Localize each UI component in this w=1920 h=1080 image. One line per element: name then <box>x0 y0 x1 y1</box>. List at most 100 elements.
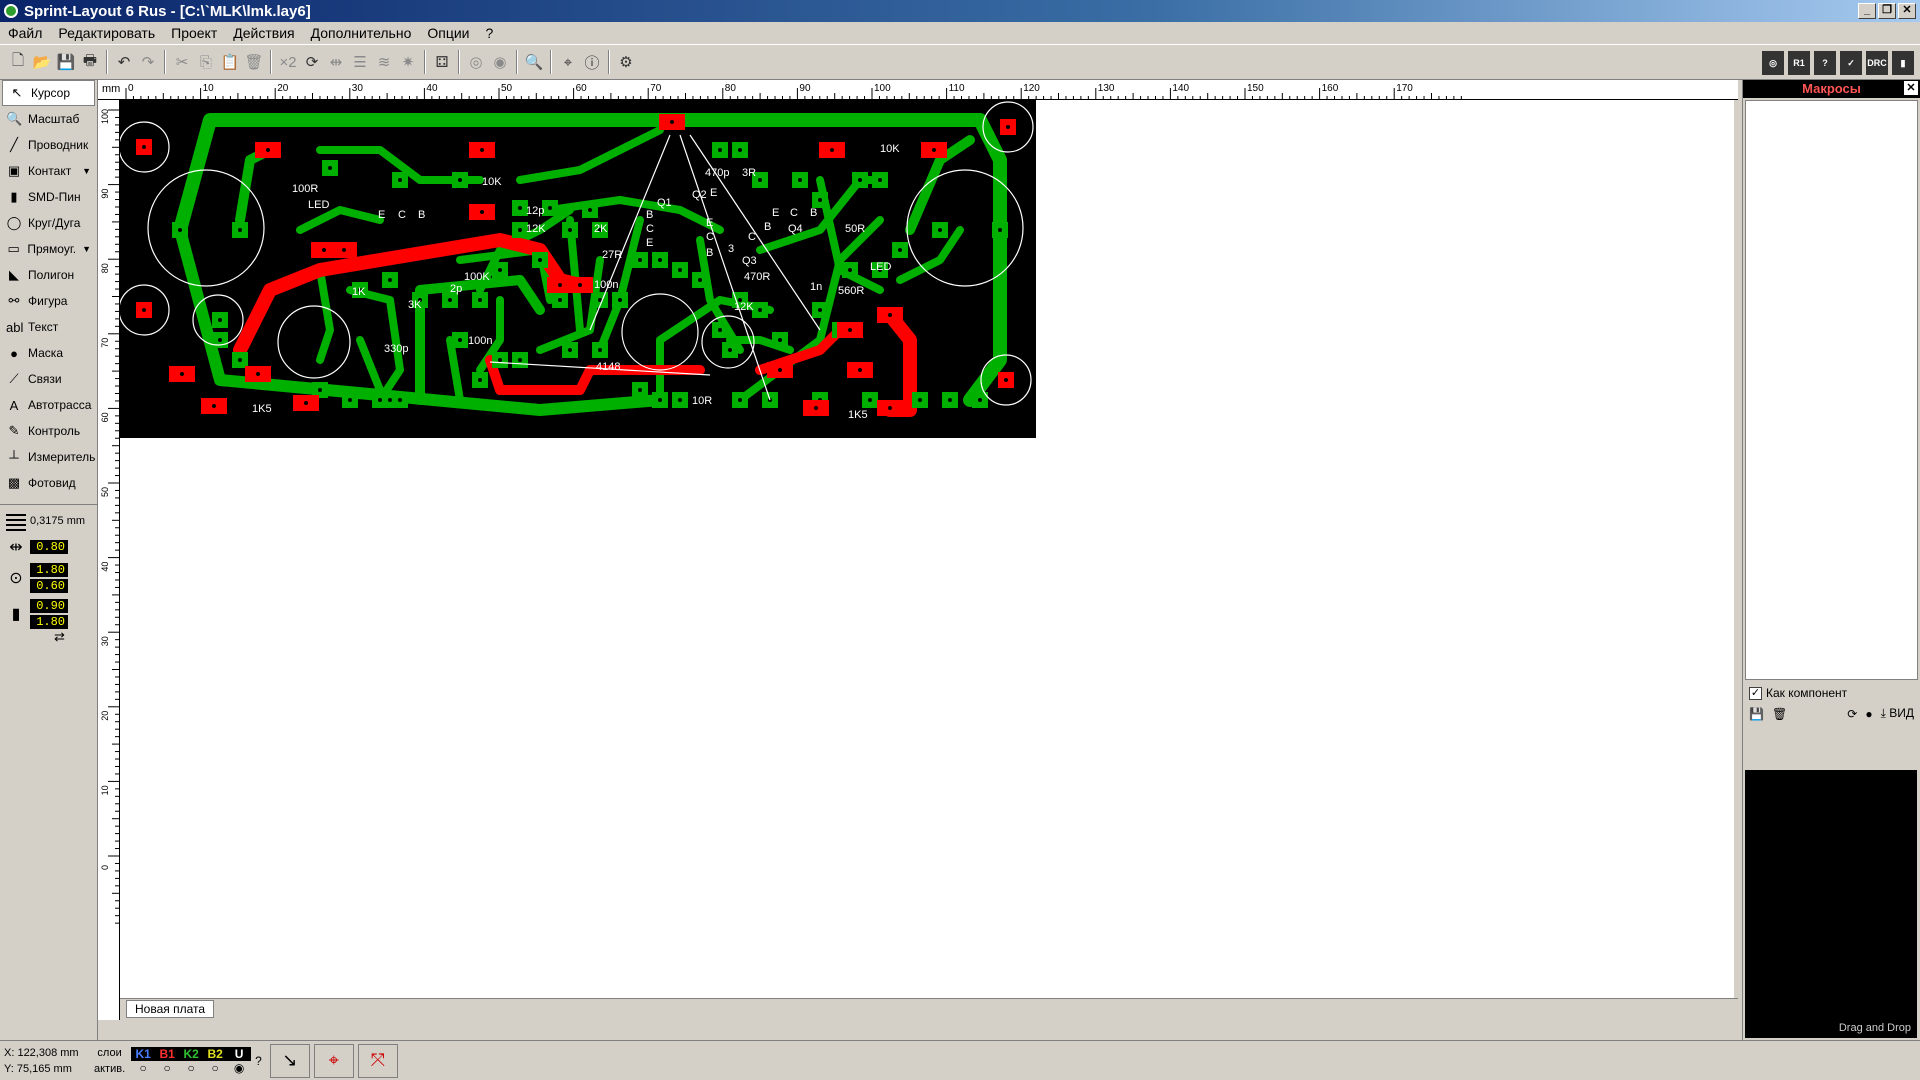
copy-icon[interactable]: ⎘ <box>194 50 218 74</box>
layer-radio-u[interactable]: ◉ <box>227 1061 251 1075</box>
refresh-icon[interactable]: ⟳ <box>1847 707 1857 721</box>
info-icon[interactable]: ⓘ <box>580 50 604 74</box>
checkbox-icon[interactable]: ✓ <box>1749 686 1762 700</box>
tool-rect[interactable]: ▭ Прямоуг. ▼ <box>0 236 97 262</box>
silkscreen-label: 330p <box>384 343 408 355</box>
save-macro-icon[interactable]: 💾 <box>1749 707 1764 721</box>
zoom-fit-icon[interactable]: 🔍 <box>522 50 546 74</box>
layer-radio-k1[interactable]: ○ <box>131 1061 155 1075</box>
close-icon[interactable]: ✕ <box>1904 81 1918 95</box>
tool-photoview[interactable]: ▩ Фотовид <box>0 470 97 496</box>
align-icon[interactable]: ☰ <box>348 50 372 74</box>
tool-mask[interactable]: ● Маска <box>0 340 97 366</box>
smd-size-icon[interactable]: ▮ <box>6 604 26 624</box>
minimize-button[interactable]: _ <box>1858 3 1876 19</box>
group-icon[interactable]: ◎ <box>464 50 488 74</box>
tool-track[interactable]: ╱ Проводник <box>0 132 97 158</box>
close-button[interactable]: ✕ <box>1898 3 1916 19</box>
mirror-button[interactable]: ×2 <box>276 50 300 74</box>
menu-extra[interactable]: Дополнительно <box>311 25 412 41</box>
menu-file[interactable]: Файл <box>8 25 42 41</box>
ungroup-icon[interactable]: ◉ <box>488 50 512 74</box>
cd-icon[interactable]: ◎ <box>1762 51 1784 75</box>
snap-icon[interactable]: ⌖ <box>556 50 580 74</box>
layer-radio-b2[interactable]: ○ <box>203 1061 227 1075</box>
layer-b2[interactable]: B2 <box>203 1047 227 1061</box>
macro-preview[interactable]: Drag and Drop <box>1745 770 1917 1038</box>
record-icon[interactable]: ● <box>1865 707 1872 721</box>
grid-value: 0,3175 mm <box>30 515 86 527</box>
silkscreen-label: C <box>748 231 756 243</box>
tab-new-board[interactable]: Новая плата <box>126 1000 215 1018</box>
tool-smd[interactable]: ▮ SMD-Пин <box>0 184 97 210</box>
smd-height-field[interactable]: 1.80 <box>30 615 68 629</box>
pad-size-icon[interactable]: ⊙ <box>6 568 26 588</box>
menu-project[interactable]: Проект <box>171 25 217 41</box>
tool-pad[interactable]: ▣ Контакт ▼ <box>0 158 97 184</box>
tool-control[interactable]: ✎ Контроль <box>0 418 97 444</box>
help-query-icon[interactable]: ? <box>1814 51 1836 75</box>
print-icon[interactable]: 🖶 <box>78 50 102 74</box>
layer-u[interactable]: U <box>227 1047 251 1061</box>
tool-connections[interactable]: ⟋ Связи <box>0 366 97 392</box>
crosshair-icon[interactable]: ⌖ <box>313 1043 354 1078</box>
chevron-down-icon[interactable]: ▼ <box>82 166 91 176</box>
tool-zoom[interactable]: 🔍 Масштаб <box>0 106 97 132</box>
view-button[interactable]: ⤓ ВИД <box>1881 706 1914 721</box>
tool-text[interactable]: abl Текст <box>0 314 97 340</box>
pcb-board[interactable]: 100RLEDE C B10K12p12K 2KQ1470p 3RQ2ECBQ4E C B5… <box>120 100 1440 500</box>
tool-circle[interactable]: ◯ Круг/Дуга <box>0 210 97 236</box>
menu-help[interactable]: ? <box>486 25 494 41</box>
route-mode-icon[interactable]: ↘ <box>269 1043 310 1078</box>
tool-measure[interactable]: ┴ Измеритель <box>0 444 97 470</box>
rubberband-icon[interactable]: ⤧ <box>357 1043 398 1078</box>
menu-options[interactable]: Опции <box>427 25 469 41</box>
track-width-icon[interactable]: ⇹ <box>6 537 26 557</box>
drc-icon[interactable]: DRC <box>1866 51 1888 75</box>
layer-k2[interactable]: K2 <box>179 1047 203 1061</box>
open-folder-icon[interactable]: 📂 <box>30 50 54 74</box>
undo-icon[interactable]: ↶ <box>112 50 136 74</box>
pcb-workspace[interactable]: 100R LED E C B 10K 12p 12K 2K Q1 470p 3R Q2 E C B Q4 E C B 5… <box>120 100 1738 998</box>
chevron-down-icon[interactable]: ▼ <box>82 244 91 254</box>
tool-polygon[interactable]: ◣ Полигон <box>0 262 97 288</box>
save-icon[interactable]: 💾 <box>54 50 78 74</box>
grid-selector[interactable]: 0,3175 mm <box>0 504 97 531</box>
vertical-scrollbar[interactable] <box>1734 100 1738 998</box>
delete-icon[interactable]: 🗑 <box>242 50 266 74</box>
smd-width-field[interactable]: 0.90 <box>30 599 68 613</box>
tool-shape[interactable]: ⚯ Фигура <box>0 288 97 314</box>
export-icon[interactable]: ▮ <box>1892 51 1914 75</box>
distribute-icon[interactable]: ≋ <box>372 50 396 74</box>
silkscreen-label: Q4 <box>788 223 803 235</box>
macro-tree[interactable] <box>1745 100 1918 680</box>
cut-icon[interactable]: ✂ <box>170 50 194 74</box>
swap-icon[interactable]: ⇄ <box>0 629 97 645</box>
pad-inner-field[interactable]: 0.60 <box>30 579 68 593</box>
gear-icon[interactable]: ⚙ <box>614 50 638 74</box>
layer-b1[interactable]: B1 <box>155 1047 179 1061</box>
settings-gear-icon[interactable]: ✷ <box>396 50 420 74</box>
layer-radio-b1[interactable]: ○ <box>155 1061 179 1075</box>
rotate-icon[interactable]: ⟳ <box>300 50 324 74</box>
ruler-tick-label: 70 <box>100 338 110 348</box>
layer-k1[interactable]: K1 <box>131 1047 155 1061</box>
paste-icon[interactable]: 📋 <box>218 50 242 74</box>
tool-autoroute[interactable]: A Автотрасса <box>0 392 97 418</box>
pad-outer-field[interactable]: 1.80 <box>30 563 68 577</box>
menu-edit[interactable]: Редактировать <box>58 25 155 41</box>
track-width-field[interactable]: 0.80 <box>30 540 68 554</box>
tool-cursor[interactable]: ↖ Курсор <box>2 80 95 106</box>
component-icon[interactable]: ⚃ <box>430 50 454 74</box>
layer-help[interactable]: ? <box>251 1054 266 1068</box>
as-component-checkbox[interactable]: ✓ Как компонент <box>1743 682 1920 704</box>
flip-horizontal-icon[interactable]: ⇹ <box>324 50 348 74</box>
check-icon[interactable]: ✓ <box>1840 51 1862 75</box>
layer-radio-k2[interactable]: ○ <box>179 1061 203 1075</box>
delete-macro-icon[interactable]: 🗑 <box>1772 707 1787 721</box>
redo-icon[interactable]: ↷ <box>136 50 160 74</box>
restore-button[interactable]: ❐ <box>1878 3 1896 19</box>
menu-actions[interactable]: Действия <box>233 25 294 41</box>
new-file-icon[interactable]: 🗋 <box>6 50 30 74</box>
r1-icon[interactable]: R1 <box>1788 51 1810 75</box>
